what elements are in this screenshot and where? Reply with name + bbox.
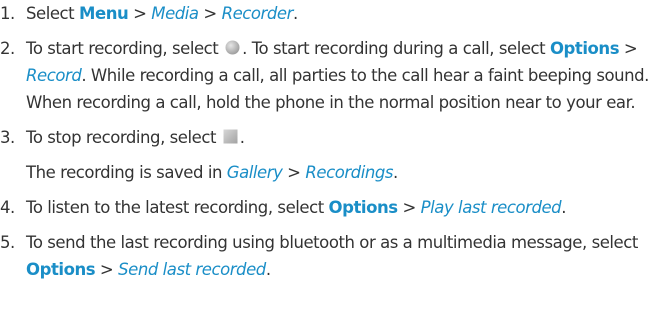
separator: > [397, 198, 421, 217]
step-4: 4. To listen to the latest recording, sel… [0, 194, 669, 221]
step-text: . [265, 260, 271, 279]
step-1: 1. Select Menu > Media > Recorder. [0, 0, 669, 27]
step-text: To send the last recording using bluetoo… [26, 233, 638, 252]
instruction-steps: 1. Select Menu > Media > Recorder. 2. To s… [0, 0, 669, 291]
separator: > [198, 4, 222, 23]
step-number: 1. [0, 4, 15, 23]
step-text: To listen to the latest recording, selec… [26, 198, 329, 217]
step-text: . [292, 4, 298, 23]
stop-button-icon [222, 128, 239, 145]
play-last-recorded-item: Play last recorded [420, 198, 562, 217]
options-keyword: Options [549, 39, 620, 58]
options-keyword: Options [26, 260, 96, 279]
step-note: The recording is saved in Gallery > Reco… [26, 159, 669, 186]
record-button-icon [224, 39, 241, 56]
step-text: To stop recording, select [26, 128, 221, 147]
step-number: 5. [0, 233, 15, 252]
step-text: . While recording a call, all parties to… [26, 66, 649, 112]
separator: > [282, 163, 306, 182]
options-keyword: Options [328, 198, 399, 217]
step-text: . [239, 128, 245, 147]
step-text: Select [26, 4, 79, 23]
media-item: Media [151, 4, 199, 23]
step-number: 2. [0, 39, 15, 58]
separator: > [619, 39, 638, 58]
step-3: 3. To stop recording, select . The record… [0, 124, 669, 186]
step-number: 4. [0, 198, 15, 217]
note-text: . [393, 163, 398, 182]
send-last-recorded-item: Send last recorded [118, 260, 266, 279]
step-2: 2. To start recording, select . To start … [0, 35, 669, 116]
step-number: 3. [0, 128, 15, 147]
step-text: . To start recording during a call, sele… [242, 39, 550, 58]
step-5: 5. To send the last recording using bluet… [0, 229, 669, 283]
step-text: . [561, 198, 566, 217]
record-item: Record [26, 66, 82, 85]
separator: > [95, 260, 119, 279]
step-text: To start recording, select [26, 39, 224, 58]
separator: > [128, 4, 152, 23]
recorder-item: Recorder [221, 4, 294, 23]
menu-keyword: Menu [79, 4, 129, 23]
recordings-item: Recordings [305, 163, 394, 182]
gallery-item: Gallery [226, 163, 283, 182]
note-text: The recording is saved in [26, 163, 227, 182]
